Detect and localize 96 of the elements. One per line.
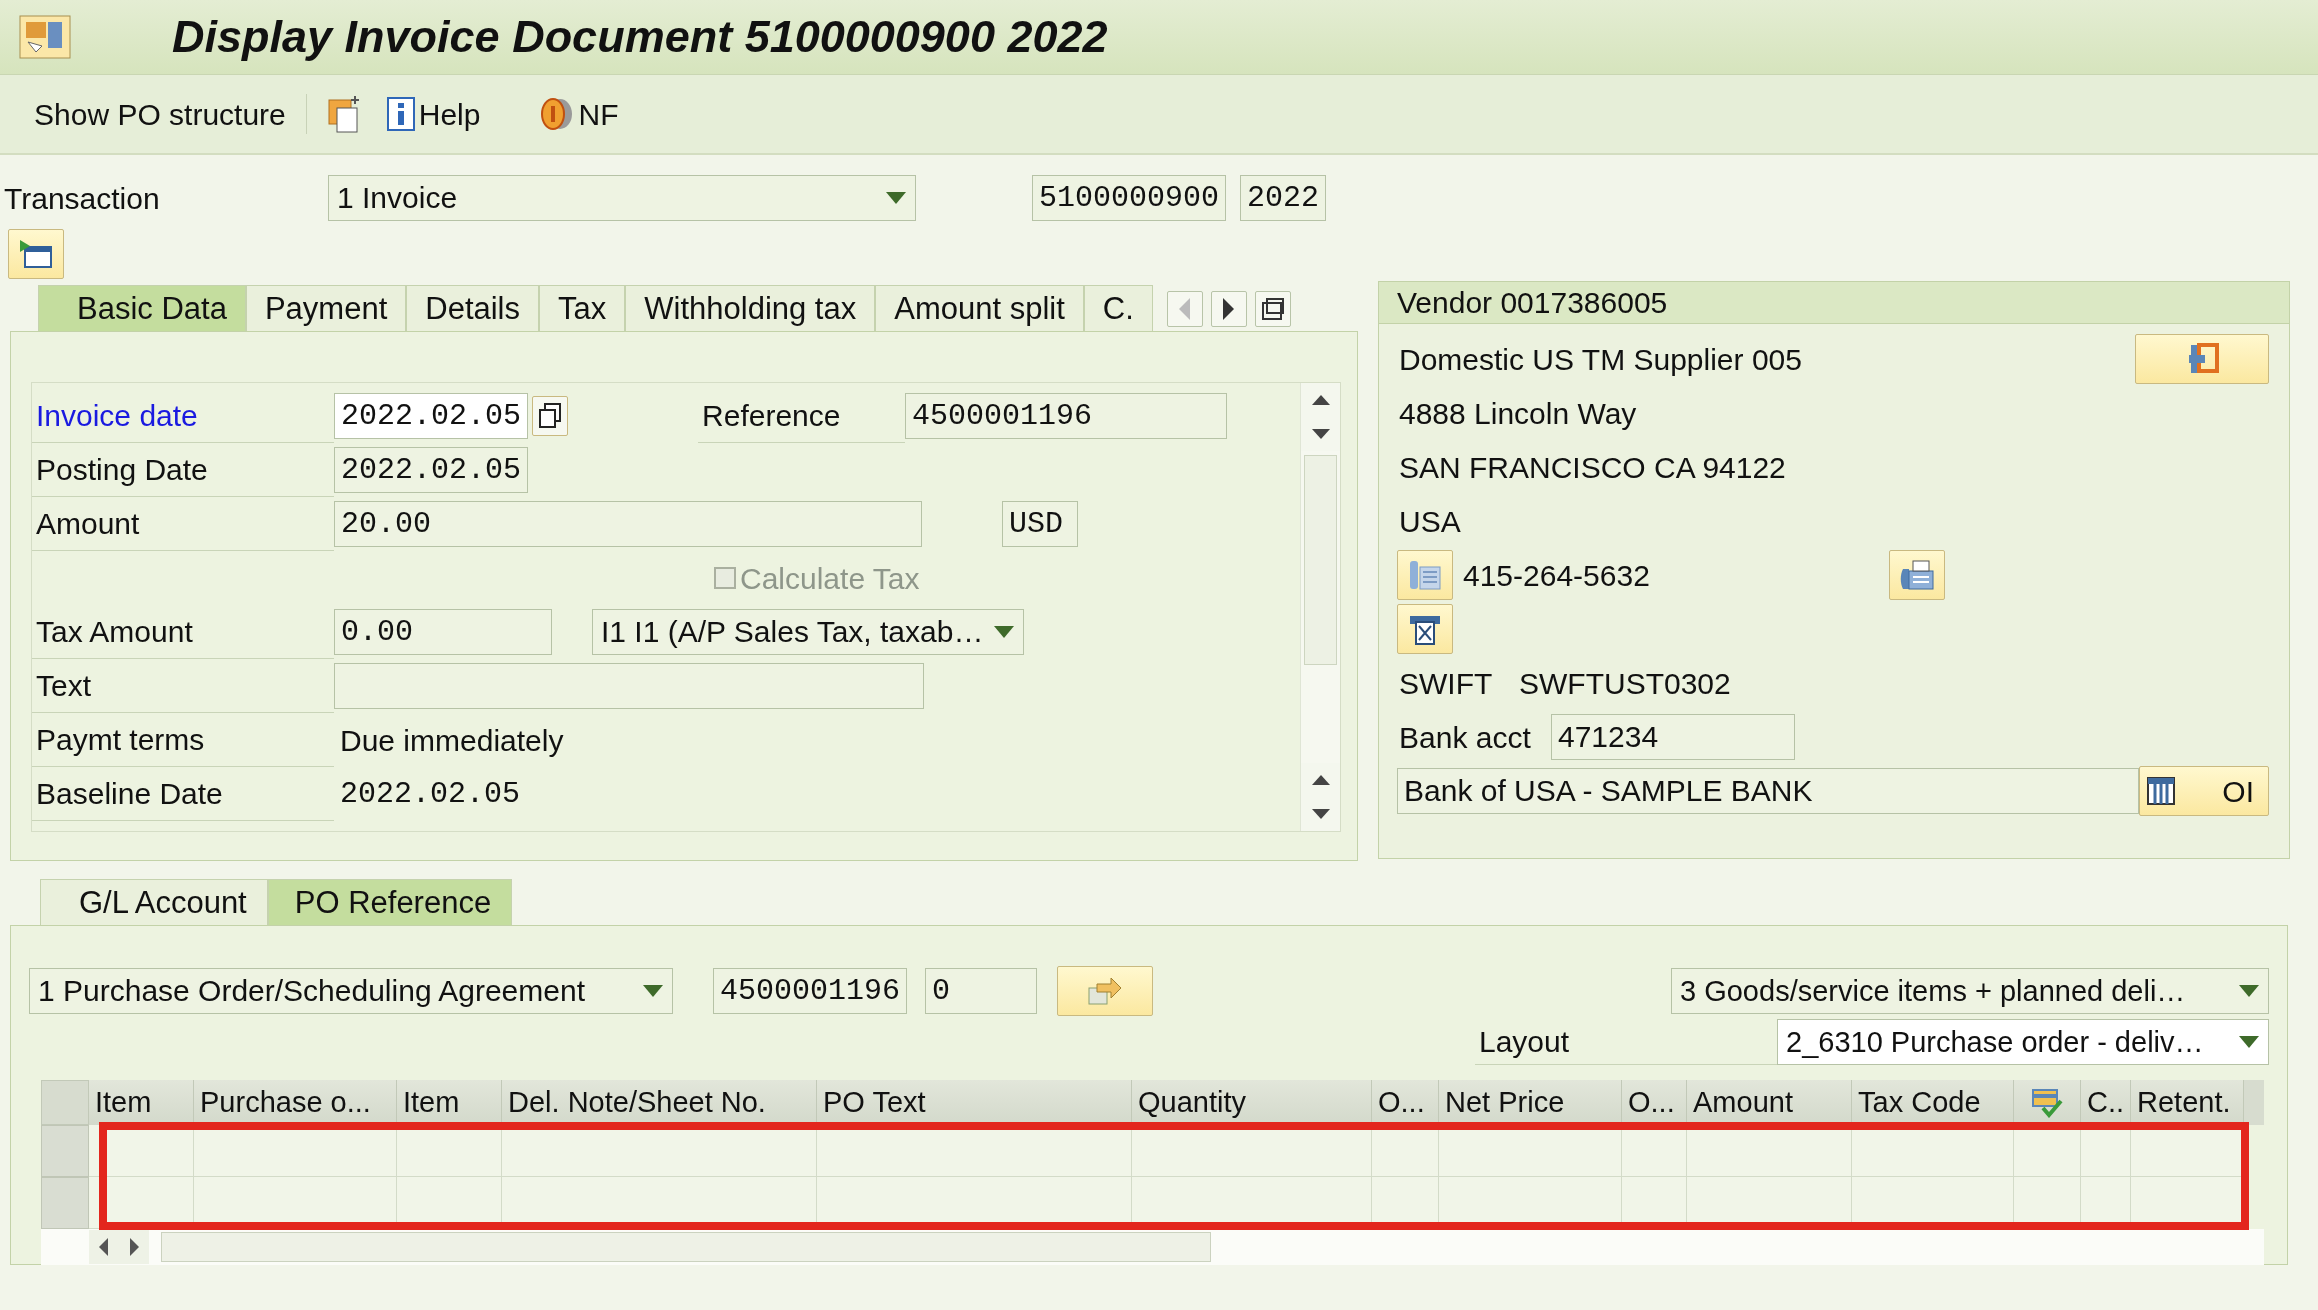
scrollbar-thumb[interactable] xyxy=(1304,455,1337,665)
column-header[interactable]: Amount xyxy=(1687,1080,1852,1125)
transfer-icon xyxy=(1087,976,1124,1006)
reference-field[interactable]: 4500001196 xyxy=(905,393,1228,439)
scrollbar-thumb[interactable] xyxy=(161,1232,1211,1262)
scroll-right-button[interactable] xyxy=(1210,291,1247,327)
address-line: USA xyxy=(1398,503,1461,540)
bank-details-button[interactable]: OI xyxy=(2139,766,2269,816)
card-check-icon xyxy=(2031,1087,2063,1118)
tab-list-button[interactable] xyxy=(1254,291,1291,327)
tree-toggle-button[interactable] xyxy=(8,229,64,279)
po-number-field[interactable]: 4500001196 xyxy=(713,968,908,1014)
field-label: SWIFT xyxy=(1398,665,1494,702)
field-value: 2022.02.05 xyxy=(339,775,521,813)
column-header[interactable]: Net Price xyxy=(1439,1080,1622,1125)
tab-list-icon xyxy=(1261,298,1284,320)
item-field[interactable]: 0 xyxy=(925,968,1038,1014)
down-arrow-icon xyxy=(1310,428,1331,440)
telephone-icon xyxy=(1408,559,1442,591)
text-field[interactable] xyxy=(334,663,924,709)
column-header[interactable]: O... xyxy=(1622,1080,1687,1125)
address-line: 4888 Lincoln Way xyxy=(1398,395,1637,432)
address-line: SAN FRANCISCO CA 94122 xyxy=(1398,449,1786,486)
scroll-right-button[interactable] xyxy=(119,1230,149,1264)
print-button[interactable] xyxy=(1397,604,1453,654)
column-header[interactable] xyxy=(2014,1080,2081,1125)
tab[interactable]: Tax xyxy=(539,285,626,331)
window-title: Display Invoice Document 5100000900 2022 xyxy=(172,10,1108,65)
document-number-field[interactable]: 5100000900 xyxy=(1032,175,1227,221)
date-field[interactable]: 2022.02.05 xyxy=(334,447,529,493)
clipboard-icon xyxy=(326,94,361,134)
calendar-button[interactable] xyxy=(532,396,569,436)
field-label: Paymt terms xyxy=(32,713,334,767)
coin-icon xyxy=(540,97,575,131)
scroll-left-button[interactable] xyxy=(89,1230,119,1264)
amount-field[interactable]: 20.00 xyxy=(334,501,922,547)
help-button[interactable]: Help xyxy=(380,91,487,137)
field-label: Transaction xyxy=(3,180,161,217)
window-icon xyxy=(19,239,53,269)
tab[interactable]: Amount split xyxy=(875,285,1084,331)
toolbar-button[interactable]: NF xyxy=(534,91,625,137)
year-field[interactable]: 2022 xyxy=(1240,175,1327,221)
tab[interactable]: PO Reference xyxy=(267,879,513,925)
transaction-dropdown[interactable]: 1 Invoice xyxy=(328,175,916,221)
tab[interactable]: G/L Account xyxy=(40,879,268,925)
layout-dropdown[interactable]: 2_6310 Purchase order - deliv… xyxy=(1777,1019,2269,1065)
tab[interactable]: C. xyxy=(1083,285,1153,331)
field-label: Baseline Date xyxy=(32,767,334,821)
phone-number: 415-264-5632 xyxy=(1462,557,1651,594)
caret-icon xyxy=(885,191,907,205)
caret-icon xyxy=(2238,984,2260,998)
column-header[interactable]: Item xyxy=(89,1080,194,1125)
document-type-dropdown[interactable]: 1 Purchase Order/Scheduling Agreement xyxy=(29,968,673,1014)
field-value: Due immediately xyxy=(339,722,564,759)
date-field[interactable]: 2022.02.05 xyxy=(334,393,529,439)
info-icon xyxy=(386,97,415,131)
tax-amount-field[interactable]: 0.00 xyxy=(334,609,552,655)
field-label: Bank acct xyxy=(1398,719,1532,756)
column-header[interactable]: Purchase o... xyxy=(194,1080,397,1125)
item-selection-dropdown[interactable]: 3 Goods/service items + planned deli… xyxy=(1671,968,2269,1014)
column-header[interactable]: Retent. xyxy=(2131,1080,2244,1125)
column-header[interactable]: Quantity xyxy=(1132,1080,1372,1125)
field-value: SWFTUST0302 xyxy=(1518,665,1732,702)
bank-name-field[interactable]: Bank of USA - SAMPLE BANK xyxy=(1397,768,2139,814)
up-arrow-icon xyxy=(1310,394,1331,406)
caret-icon xyxy=(993,625,1015,639)
bank-account-field[interactable]: 471234 xyxy=(1551,714,1795,760)
checkbox-label: Calculate Tax xyxy=(740,560,920,597)
vendor-name: Domestic US TM Supplier 005 xyxy=(1398,341,1802,378)
fax-icon xyxy=(1899,559,1935,591)
down-arrow-icon xyxy=(1310,808,1331,820)
caret-icon xyxy=(2238,1035,2260,1049)
display-button[interactable] xyxy=(2135,334,2269,384)
fax-button[interactable] xyxy=(1889,550,1945,600)
column-header[interactable]: C.. xyxy=(2081,1080,2131,1125)
scroll-left-icon xyxy=(1179,298,1191,320)
column-header[interactable]: Del. Note/Sheet No. xyxy=(502,1080,817,1125)
column-header[interactable]: O... xyxy=(1372,1080,1439,1125)
table-icon xyxy=(2146,776,2176,806)
copy-icon xyxy=(538,403,563,429)
panel-header: Vendor 0017386005 xyxy=(1379,282,2289,324)
caret-icon xyxy=(642,984,664,998)
scroll-right-icon xyxy=(1223,298,1235,320)
up-arrow-icon xyxy=(1310,774,1331,786)
tab[interactable]: Basic Data xyxy=(38,285,246,331)
column-header[interactable]: Item xyxy=(397,1080,502,1125)
column-header[interactable]: Tax Code xyxy=(1852,1080,2014,1125)
tax-code-dropdown[interactable]: I1 I1 (A/P Sales Tax, taxab… xyxy=(592,609,1024,655)
currency-field[interactable]: USD xyxy=(1002,501,1078,547)
column-header[interactable]: PO Text xyxy=(817,1080,1132,1125)
tab[interactable]: Payment xyxy=(245,285,407,331)
document-icon xyxy=(18,14,72,60)
header-filler xyxy=(2244,1080,2264,1125)
tab[interactable]: Details xyxy=(406,285,539,331)
tab[interactable]: Withholding tax xyxy=(625,285,876,331)
show-po-structure-button[interactable]: Show PO structure xyxy=(28,91,292,137)
